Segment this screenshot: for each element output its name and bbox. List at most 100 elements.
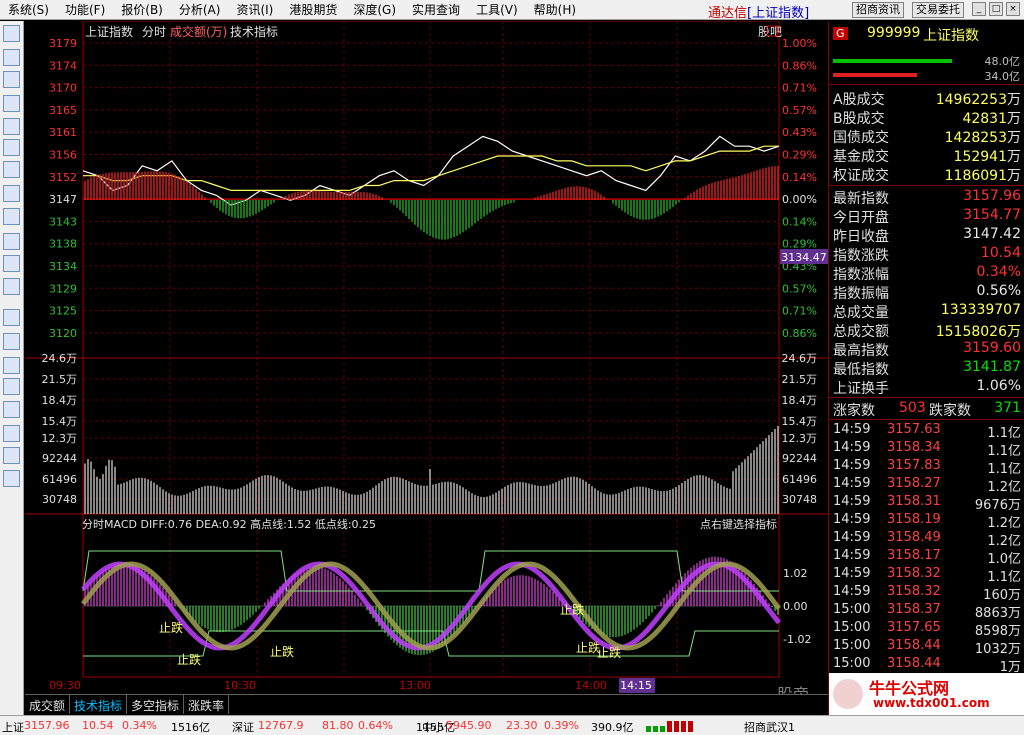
trade-time: 14:59 — [833, 476, 871, 491]
quote-icon[interactable] — [3, 25, 20, 42]
trade-row: 15:00 3158.44 1万 — [829, 656, 1024, 675]
menu-item-4[interactable]: 资讯(I) — [228, 1, 281, 18]
stat-row: 最高指数 3159.60 — [829, 340, 1024, 359]
screen-icon[interactable] — [3, 357, 20, 374]
percent-icon[interactable] — [3, 378, 20, 395]
time-tick-label: 14:15 — [620, 679, 652, 692]
menu-item-3[interactable]: 分析(A) — [171, 1, 229, 18]
price-tick-label: 3138 — [49, 238, 77, 251]
security-code: 999999 — [867, 25, 921, 41]
up-arrow-icon[interactable] — [3, 447, 20, 464]
ask-strength-value: 34.0亿 — [984, 70, 1021, 83]
trend-icon[interactable] — [3, 309, 20, 326]
stat-value: 15158026万 — [935, 324, 1021, 340]
menu-item-9[interactable]: 帮助(H) — [526, 1, 584, 18]
chart-icon[interactable] — [3, 71, 20, 88]
price-tick-label: 3120 — [49, 327, 77, 340]
restore-icon[interactable]: □ — [989, 2, 1003, 16]
status-item: 3157.96 — [24, 719, 70, 732]
ask-strength-bar — [833, 73, 917, 77]
macd-hint[interactable]: 点右键选择指标 — [700, 517, 777, 531]
trade-price: 3157.63 — [887, 422, 941, 437]
status-item: 5945.90 — [446, 719, 492, 732]
stat-row: 上证换手 1.06% — [829, 378, 1024, 397]
menu-item-5[interactable]: 港股期货 — [281, 1, 345, 18]
price-tick-label: 3174 — [49, 59, 77, 72]
down-arrow-icon[interactable] — [3, 470, 20, 487]
compare-icon[interactable] — [3, 333, 20, 350]
status-item: 12767.9 — [258, 719, 304, 732]
eit-icon[interactable] — [3, 278, 20, 295]
trade-volume: 1.2亿 — [987, 480, 1021, 495]
price-tick-label: 3179 — [49, 37, 77, 50]
menu-item-1[interactable]: 功能(F) — [57, 1, 113, 18]
left-toolbar — [0, 21, 24, 715]
turnover-label: 国债成交 — [833, 130, 889, 146]
divider — [829, 84, 1024, 85]
price-tick-label: 3143 — [49, 215, 77, 228]
minimize-icon[interactable]: _ — [972, 2, 986, 16]
menu-bar: 系统(S) 功能(F) 报价(B) 分析(A) 资讯(I) 港股期货 深度(G) 实用查询 工具… — [0, 0, 1024, 21]
trade-time: 14:59 — [833, 584, 871, 599]
pct-tick-label: 0.14% — [782, 215, 817, 228]
trade-time: 14:59 — [833, 494, 871, 509]
trade-row: 15:00 3157.65 8598万 — [829, 620, 1024, 639]
list-icon[interactable] — [3, 49, 20, 66]
trade-price: 3158.34 — [887, 440, 941, 455]
tab-0[interactable]: 成交额 — [25, 695, 71, 714]
close-icon[interactable]: × — [1006, 2, 1020, 16]
user-icon[interactable] — [3, 208, 20, 225]
menu-item-7[interactable]: 实用查询 — [404, 1, 468, 18]
chart-mode-label[interactable]: 成交额(万) — [170, 24, 227, 39]
chart-mode-label[interactable]: 分时 — [142, 25, 166, 39]
macd-tick-label: 0.00 — [783, 600, 808, 613]
trade-volume: 9676万 — [974, 498, 1021, 513]
export-icon[interactable] — [3, 401, 20, 418]
menu-item-6[interactable]: 深度(G) — [345, 1, 404, 18]
pct-tick-label: 0.29% — [782, 238, 817, 251]
menu-item-8[interactable]: 工具(V) — [468, 1, 526, 18]
mail-icon[interactable] — [3, 185, 20, 202]
info-icon[interactable] — [3, 139, 20, 156]
search-icon[interactable] — [3, 255, 20, 272]
quote-header: G 999999 上证指数 — [833, 25, 1023, 45]
watermark-url: www.tdx001.com — [873, 696, 990, 710]
trade-time: 15:00 — [833, 602, 871, 617]
menu-item-2[interactable]: 报价(B) — [113, 1, 171, 18]
chart-mode-label[interactable]: 技术指标 — [230, 24, 278, 39]
turnover-number: 1186091 — [944, 168, 1007, 184]
status-item: 81.80 — [322, 719, 354, 732]
pencil-icon[interactable] — [3, 425, 20, 442]
breadth-row: 涨家数 503 跌家数 371 — [829, 400, 1024, 419]
turnover-unit: 万 — [1007, 111, 1021, 127]
cow-logo-icon — [833, 679, 863, 709]
top-button-1[interactable]: 交易委托 — [912, 2, 964, 18]
up-count-label: 涨家数 — [833, 403, 875, 419]
menu-item-0[interactable]: 系统(S) — [0, 1, 57, 18]
tab-2[interactable]: 多空指标 — [127, 695, 185, 714]
macd-stop-label: 止跌 — [177, 652, 201, 667]
trade-volume: 8863万 — [974, 606, 1021, 621]
trade-volume: 8598万 — [974, 624, 1021, 639]
guba-link[interactable]: 股吧 — [758, 25, 782, 39]
trade-volume: 1.2亿 — [987, 516, 1021, 531]
tab-3[interactable]: 涨跌率 — [184, 695, 230, 714]
turnover-number: 1428253 — [944, 130, 1007, 146]
kline-icon[interactable] — [3, 95, 20, 112]
trade-time: 14:59 — [833, 530, 871, 545]
f10-icon[interactable] — [3, 118, 20, 135]
report-icon[interactable] — [3, 161, 20, 178]
status-item: 1516亿 — [171, 721, 210, 734]
top-button-0[interactable]: 招商资讯 — [852, 2, 904, 18]
trade-price: 3158.44 — [887, 656, 941, 671]
time-tick-label: 14:00 — [575, 679, 607, 692]
f10-data-icon[interactable] — [3, 233, 20, 250]
chart-canvas[interactable]: 3179 1.00% 3174 0.86% 3170 0.71% 3165 0.57% 3161… — [25, 21, 828, 694]
divider — [829, 419, 1024, 420]
stat-row: 总成交量 133339707 — [829, 302, 1024, 321]
macd-stop-label: 止跌 — [560, 602, 584, 617]
price-tick-label: 3170 — [49, 82, 77, 95]
tab-1[interactable]: 技术指标 — [70, 695, 128, 714]
chart-index-name: 上证指数 — [85, 24, 133, 39]
intraday-chart[interactable]: 3179 1.00% 3174 0.86% 3170 0.71% 3165 0.57% 3161… — [25, 21, 828, 694]
